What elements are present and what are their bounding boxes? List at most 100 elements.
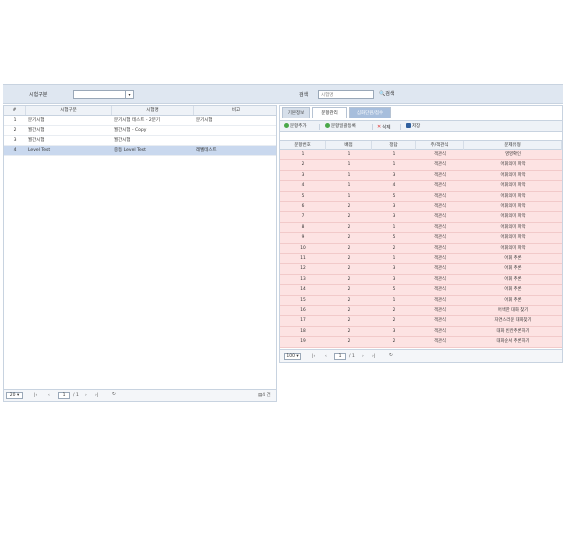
table-cell-name: 분기시험 테스트 - 2분기 [114,118,161,123]
table-row[interactable]: 5 1 5 객관식 어휘의미 파악 [280,191,562,202]
page-size-select[interactable]: 20 ▾ [6,392,23,399]
table-row[interactable]: 1 분기시험 분기시험 테스트 - 2분기 분기시험 [4,116,276,126]
delete-button[interactable]: ✕삭제 [377,123,390,131]
table-cell-question-type: 어휘의미 파악 [500,172,526,178]
table-cell-question-no: 3 [301,172,305,178]
table-cell-question-kind: 객관식 [434,224,446,230]
table-cell-points: 1 [347,193,351,199]
first-page-icon[interactable]: |‹ [312,353,315,361]
table-cell-points: 1 [347,183,351,189]
search-button[interactable]: 🔍검색 [379,90,394,99]
table-row[interactable]: 4 Level Test 중등 Level Test 레벨테스트 [4,146,276,156]
table-cell-question-no: 19 [300,339,306,345]
table-cell-question-type: 자연스러운 대화찾기 [494,318,532,324]
table-cell-answer: 5 [392,235,396,241]
table-cell-points: 2 [347,214,351,220]
table-cell-question-kind: 객관식 [434,328,446,334]
table-cell-question-kind: 객관식 [434,214,446,220]
table-cell-question-no: 11 [300,256,306,261]
table-cell-question-no: 14 [300,287,306,293]
table-row[interactable]: 9 2 5 객관식 어휘의미 파악 [280,233,562,244]
total-pages: / 1 [73,393,79,398]
table-cell-name: 월간시험 - Copy [114,128,147,133]
chevron-down-icon[interactable]: ▾ [125,91,133,98]
table-cell-question-no: 4 [301,183,305,189]
table-cell-type: Level Test [28,148,51,153]
col-header-points[interactable]: 배점 [326,141,372,150]
next-page-icon[interactable]: › [85,392,87,400]
table-row[interactable]: 1 1 1 객관식 영영확인 [280,150,562,161]
table-row[interactable]: 11 2 1 객관식 어휘 추론 [280,254,562,265]
table-row[interactable]: 18 2 3 객관식 대화 빈칸추론하기 [280,326,562,338]
col-header-no[interactable]: # [4,106,26,115]
page-number-input[interactable]: 1 [334,353,346,360]
table-cell-answer: 1 [392,297,396,303]
table-cell-type: 월간시험 [28,128,45,133]
col-header-note[interactable]: 비고 [194,106,278,115]
table-cell-question-kind: 객관식 [434,183,446,189]
save-icon [406,123,411,128]
col-header-question-kind[interactable]: 주/객관식 [416,141,464,150]
table-row[interactable]: 17 2 2 객관식 자연스러운 대화찾기 [280,316,562,327]
col-header-exam-name[interactable]: 시험명 [112,106,194,115]
table-cell-question-no: 2 [301,162,305,168]
table-row[interactable]: 14 2 5 객관식 어휘 추론 [280,285,562,296]
page-size-select[interactable]: 100 ▾ [284,353,301,360]
save-button[interactable]: 저장 [406,123,420,131]
table-cell-question-kind: 객관식 [434,276,446,282]
table-row[interactable]: 2 1 1 객관식 어휘의미 파악 [280,160,562,171]
table-row[interactable]: 3 월간시험 월간시험 [4,136,276,146]
first-page-icon[interactable]: |‹ [34,392,37,400]
refresh-icon[interactable]: ↻ [389,352,393,360]
total-pages: / 1 [349,354,355,359]
table-cell-question-kind: 객관식 [434,204,446,209]
table-cell-question-kind: 객관식 [434,297,446,303]
table-cell-points: 2 [347,235,351,241]
table-row[interactable]: 16 2 2 객관식 어색한 대화 찾기 [280,306,562,317]
table-cell-question-kind: 객관식 [434,339,446,345]
close-icon: ✕ [377,124,382,130]
search-input[interactable]: 시험명 [318,90,374,99]
prev-page-icon[interactable]: ‹ [48,392,50,400]
table-cell-question-kind: 객관식 [434,152,446,157]
page-number-input[interactable]: 1 [58,392,70,399]
table-cell-note: 레벨테스트 [196,148,217,153]
col-header-question-type[interactable]: 문제유형 [464,141,562,150]
exam-type-select[interactable]: ▾ [73,90,134,99]
col-header-answer[interactable]: 정답 [372,141,416,150]
last-page-icon[interactable]: ›| [372,353,375,361]
table-row[interactable]: 15 2 1 객관식 어휘 추론 [280,295,562,306]
table-row[interactable]: 2 월간시험 월간시험 - Copy [4,126,276,136]
table-cell-question-no: 9 [301,235,305,241]
table-row[interactable]: 13 2 3 객관식 어휘 추론 [280,274,562,286]
table-row[interactable]: 3 1 3 객관식 어휘의미 파악 [280,170,562,182]
table-row[interactable]: 7 2 3 객관식 어휘의미 파악 [280,212,562,223]
table-cell-note [196,136,276,146]
table-cell-answer: 2 [392,245,396,251]
table-row[interactable]: 8 2 1 객관식 어휘의미 파악 [280,222,562,234]
tab-basic-info[interactable]: 기본정보 [282,107,310,118]
table-cell-points: 2 [347,328,351,334]
table-cell-answer: 1 [392,224,396,230]
table-cell-points: 1 [347,162,351,168]
table-row[interactable]: 4 1 4 객관식 어휘의미 파악 [280,181,562,192]
table-row[interactable]: 6 2 3 객관식 어휘의미 파악 [280,202,562,213]
table-row[interactable]: 10 2 2 객관식 어휘의미 파악 [280,243,562,254]
next-page-icon[interactable]: › [362,353,364,361]
refresh-icon[interactable]: ↻ [112,391,116,399]
last-page-icon[interactable]: ›| [95,392,98,400]
table-row[interactable]: 12 2 3 객관식 어휘 추론 [280,264,562,275]
table-row[interactable]: 19 2 2 객관식 대화순서 추론하기 [280,337,562,348]
table-cell-question-type: 어휘의미 파악 [500,224,526,230]
table-cell-question-no: 12 [300,266,306,272]
tab-question-management[interactable]: 문항관리 [312,107,347,118]
exam-grid-header: # 시험구분 시험명 비고 [4,106,276,116]
tab-advanced-unit-score[interactable]: 심화단원/점수 [349,107,391,118]
table-cell-question-type: 어색한 대화 찾기 [497,308,529,313]
bulk-add-button[interactable]: 문항일괄등록 [325,123,356,131]
col-header-exam-type[interactable]: 시험구분 [26,106,112,115]
add-question-button[interactable]: 문항추가 [284,123,307,131]
table-cell-question-no: 17 [300,318,306,324]
prev-page-icon[interactable]: ‹ [325,353,327,361]
col-header-question-no[interactable]: 문항번호 [280,141,326,150]
